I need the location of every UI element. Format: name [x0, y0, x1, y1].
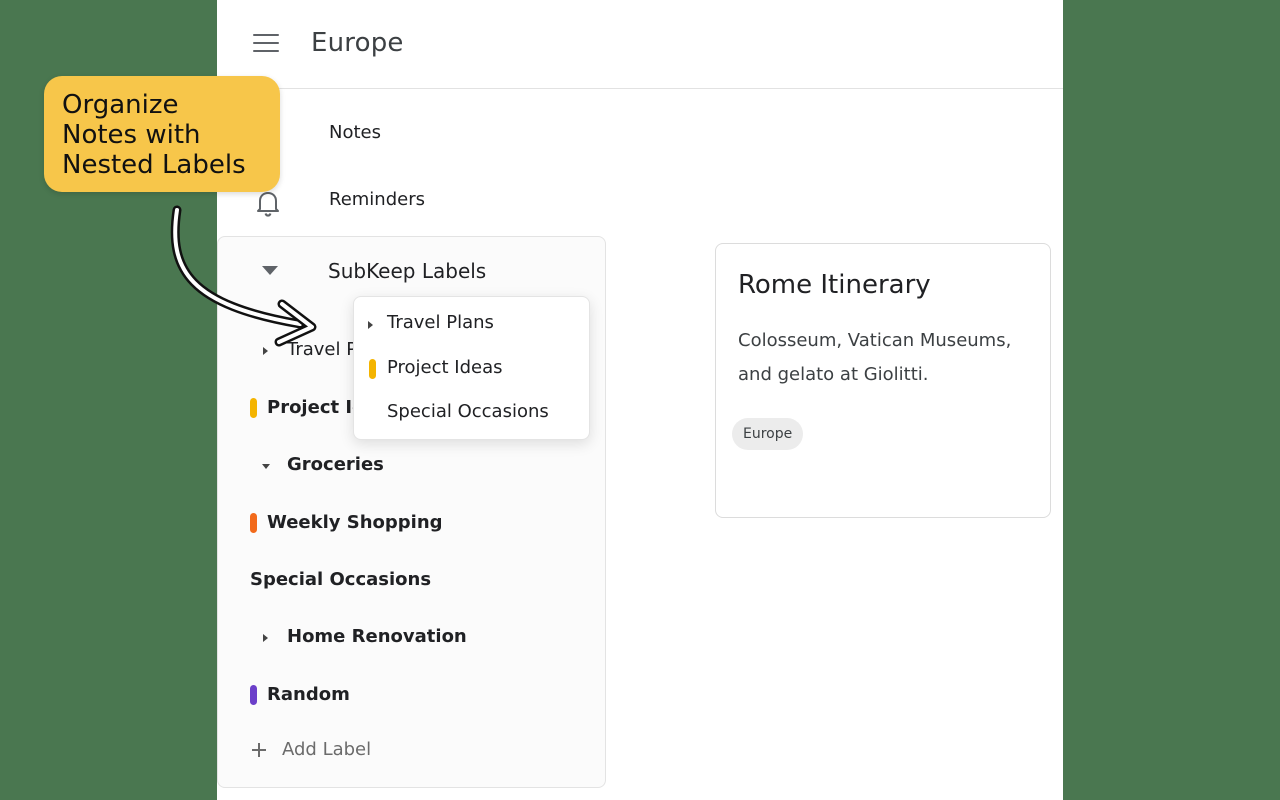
- callout-arrow-icon: [170, 205, 317, 347]
